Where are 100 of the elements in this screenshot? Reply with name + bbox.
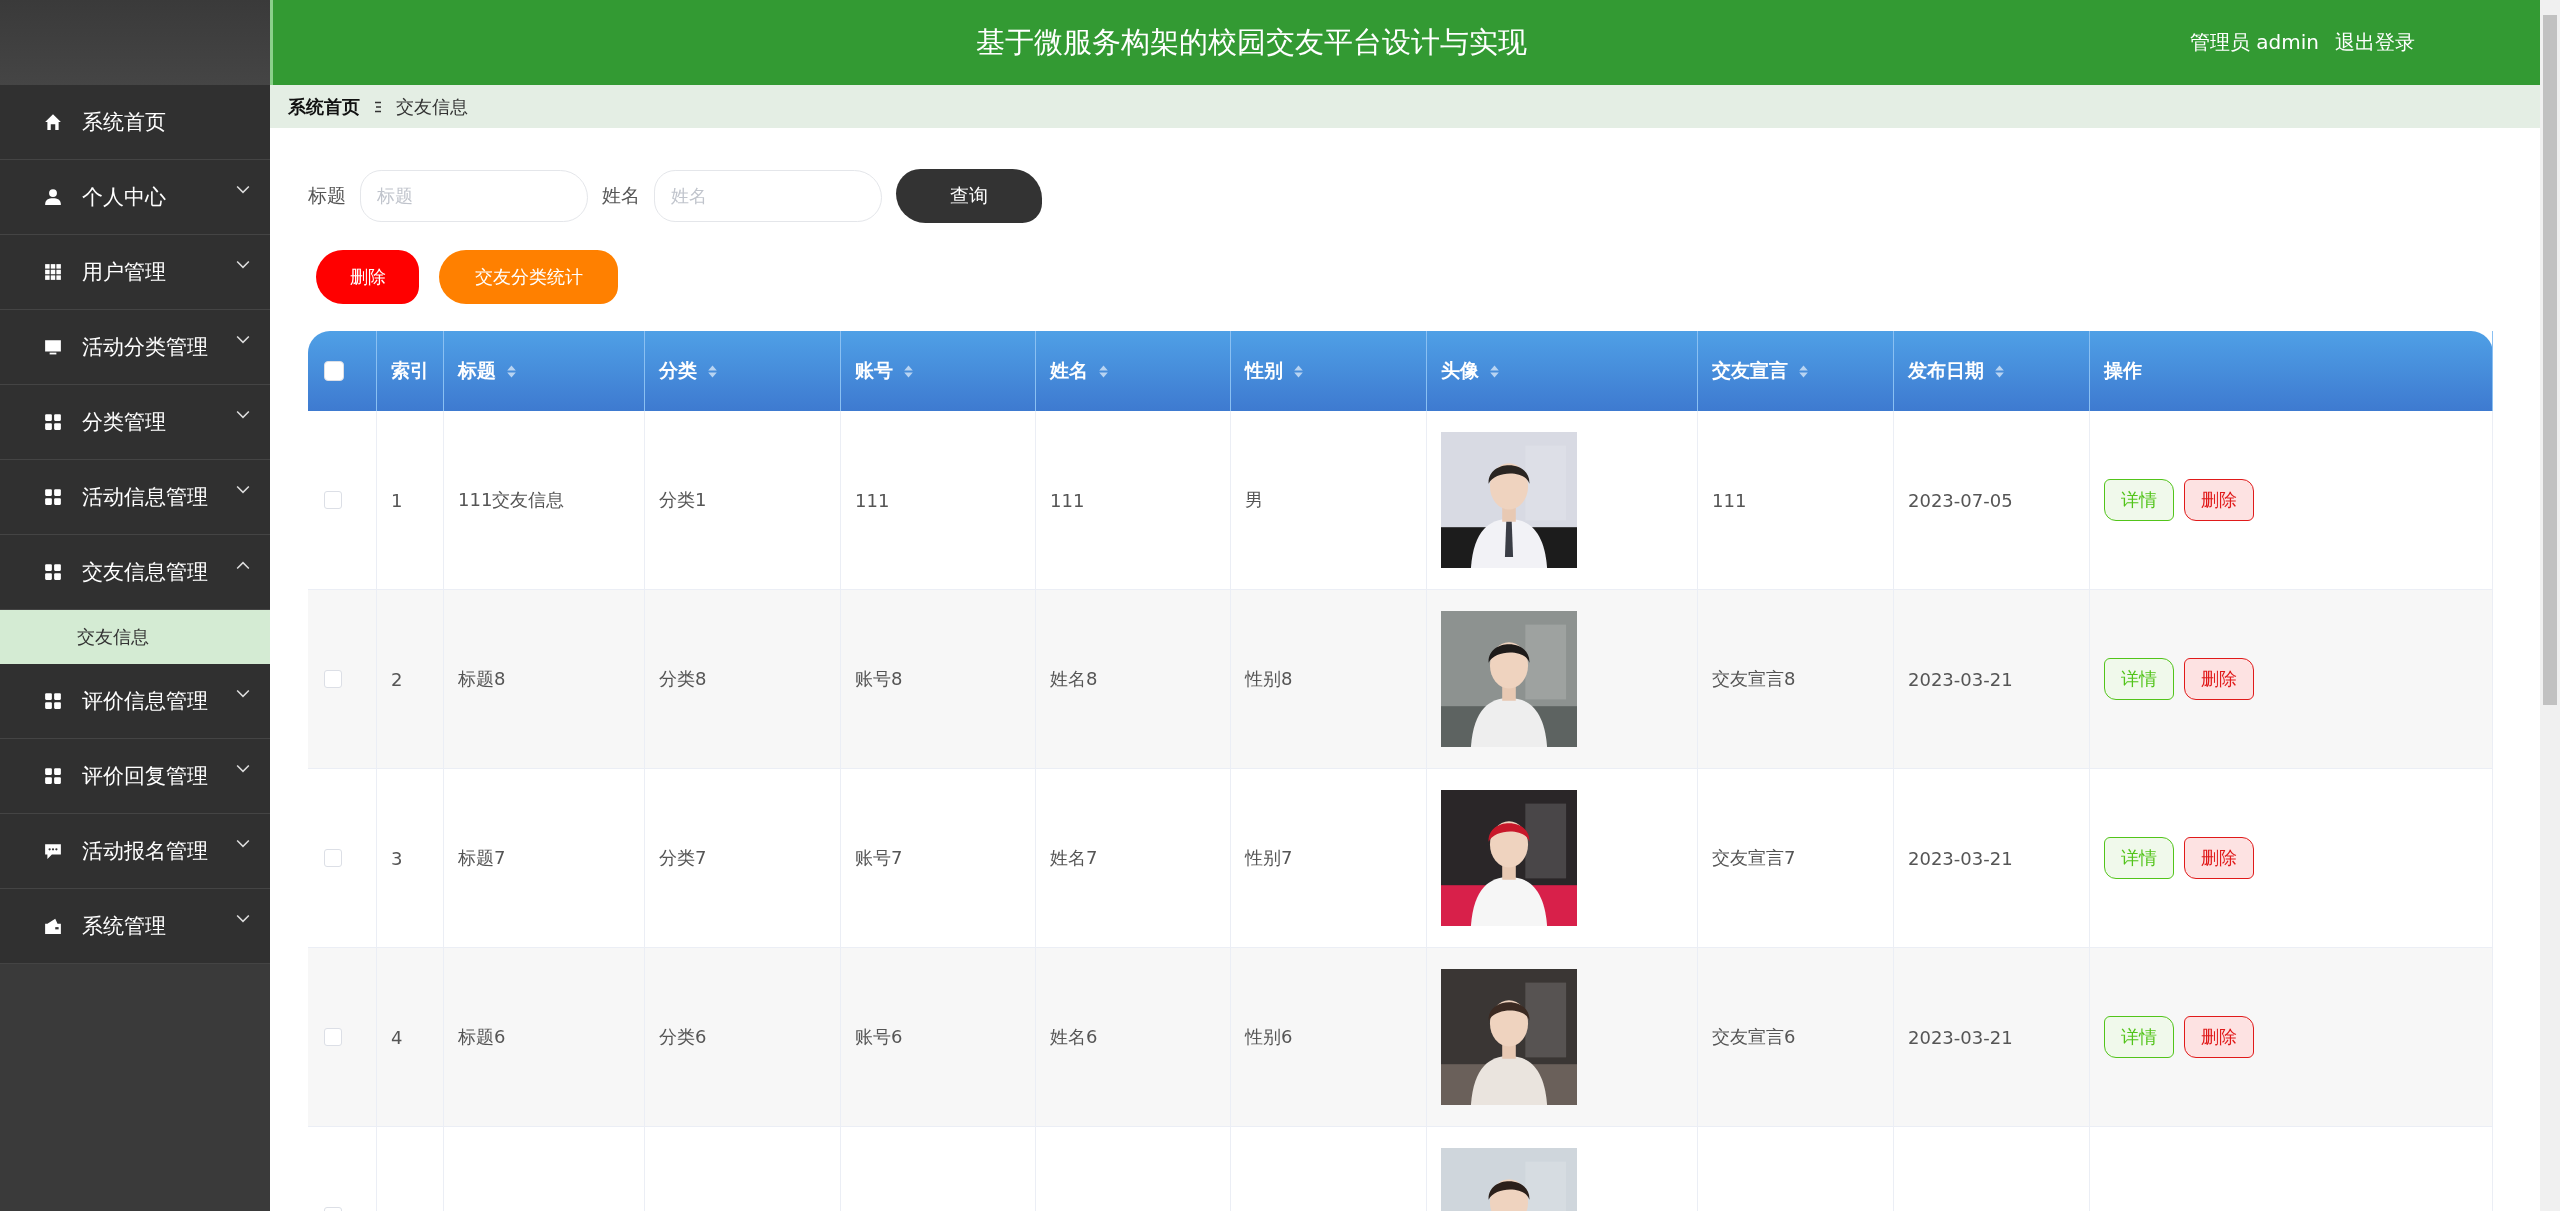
caret-down-icon <box>236 260 250 270</box>
breadcrumb-separator-icon <box>374 100 382 113</box>
delete-button[interactable]: 删除 <box>2184 479 2254 521</box>
column-header: 发布日期 <box>1908 358 1984 383</box>
grid-icon <box>44 413 62 431</box>
delete-button[interactable]: 删除 <box>2184 658 2254 700</box>
user-icon <box>44 188 62 206</box>
sidebar-item-label: 评价信息管理 <box>82 688 209 715</box>
table-cell: 分类1 <box>659 488 707 512</box>
sidebar-item-label: 活动分类管理 <box>82 334 209 361</box>
table-cell: 111交友信息 <box>458 488 565 512</box>
sidebar-item[interactable]: 个人中心 <box>0 160 270 235</box>
sidebar-item-label: 分类管理 <box>82 409 167 436</box>
grid-icon <box>44 767 62 785</box>
user-label: 管理员 admin <box>2190 29 2320 56</box>
table-cell: 分类6 <box>659 1025 707 1049</box>
table-cell: 111 <box>1712 489 1747 511</box>
column-header: 标题 <box>458 358 496 383</box>
caret-down-icon <box>236 185 250 195</box>
table-cell: 姓名7 <box>1050 846 1098 870</box>
scrollbar[interactable] <box>2540 0 2560 1211</box>
caret-down-icon <box>236 839 250 849</box>
caret-down-icon <box>236 914 250 924</box>
table-cell: 4 <box>391 1026 403 1048</box>
row-checkbox[interactable] <box>324 1028 342 1046</box>
caret-down-icon <box>236 689 250 699</box>
column-header: 性别 <box>1245 358 1283 383</box>
sort-icon[interactable] <box>903 363 914 379</box>
table-cell: 性别6 <box>1245 1025 1293 1049</box>
sidebar-item[interactable]: 评价回复管理 <box>0 739 270 814</box>
table-cell: 2023-03-21 <box>1908 668 2013 690</box>
sidebar-item[interactable]: 评价信息管理 <box>0 664 270 739</box>
breadcrumb-item[interactable]: 系统首页 <box>288 94 360 119</box>
sidebar-item[interactable]: 交友信息管理 <box>0 535 270 610</box>
table-cell: 标题6 <box>458 1025 506 1049</box>
sort-icon[interactable] <box>707 363 718 379</box>
table-cell: 账号6 <box>855 1025 903 1049</box>
sidebar-item[interactable]: 活动分类管理 <box>0 310 270 385</box>
breadcrumb-item: 交友信息 <box>396 94 468 119</box>
sort-icon[interactable] <box>1293 363 1304 379</box>
sidebar-item-label: 活动报名管理 <box>82 838 209 865</box>
search-field[interactable]: 姓名 <box>654 169 882 222</box>
field-label: 标题 <box>308 182 346 208</box>
table-cell: 分类8 <box>659 667 707 691</box>
table-cell: 男 <box>1245 488 1263 512</box>
table-cell: 111 <box>855 489 890 511</box>
sidebar-subitem[interactable]: 交友信息 <box>0 610 270 664</box>
table-cell: 3 <box>391 847 403 869</box>
row-checkbox[interactable] <box>324 670 342 688</box>
caret-down-icon <box>236 485 250 495</box>
wallet-icon <box>44 917 62 935</box>
sort-icon[interactable] <box>506 363 517 379</box>
sidebar-item[interactable]: 系统首页 <box>0 85 270 160</box>
caret-down-icon <box>236 764 250 774</box>
chat-icon <box>44 842 62 860</box>
sort-icon[interactable] <box>1994 363 2005 379</box>
table-cell: 性别8 <box>1245 667 1293 691</box>
table-cell: 性别7 <box>1245 846 1293 870</box>
column-header: 操作 <box>2104 358 2142 383</box>
field-label: 姓名 <box>602 182 640 208</box>
table-cell: 账号8 <box>855 667 903 691</box>
table-cell: 分类7 <box>659 846 707 870</box>
table-cell: 标题7 <box>458 846 506 870</box>
column-header: 账号 <box>855 358 893 383</box>
table-cell: 111 <box>1050 489 1085 511</box>
delete-button[interactable]: 删除 <box>2184 837 2254 879</box>
sidebar-item[interactable]: 系统管理 <box>0 889 270 964</box>
sidebar-item[interactable]: 活动信息管理 <box>0 460 270 535</box>
logout-link[interactable]: 退出登录 <box>2335 29 2416 56</box>
sort-icon[interactable] <box>1489 363 1500 379</box>
caret-up-icon <box>236 560 250 570</box>
search-button[interactable]: 查询 <box>896 168 1042 223</box>
caret-down-icon <box>236 335 250 345</box>
home-icon <box>44 113 62 131</box>
monitor-icon <box>44 338 62 356</box>
table-cell: 1 <box>391 489 403 511</box>
sidebar-item[interactable]: 分类管理 <box>0 385 270 460</box>
search-field[interactable]: 标题 <box>360 169 588 222</box>
select-all-checkbox[interactable] <box>324 361 344 381</box>
row-checkbox[interactable] <box>324 849 342 867</box>
table-cell: 交友宣言6 <box>1712 1025 1796 1049</box>
grid-icon <box>44 692 62 710</box>
table-cell: 账号7 <box>855 846 903 870</box>
sidebar-item-label: 个人中心 <box>82 184 167 211</box>
table-cell: 标题8 <box>458 667 506 691</box>
sort-icon[interactable] <box>1098 363 1109 379</box>
table-cell: 交友宣言7 <box>1712 846 1796 870</box>
sidebar-item[interactable]: 用户管理 <box>0 235 270 310</box>
table-cell: 2 <box>391 668 403 690</box>
sidebar-item[interactable]: 活动报名管理 <box>0 814 270 889</box>
table-cell: 2023-07-05 <box>1908 489 2013 511</box>
table-cell: 交友宣言8 <box>1712 667 1796 691</box>
delete-button[interactable]: 删除 <box>316 250 419 304</box>
delete-button[interactable]: 删除 <box>2184 1016 2254 1058</box>
row-checkbox[interactable] <box>324 491 342 509</box>
sort-icon[interactable] <box>1798 363 1809 379</box>
sidebar-item-label: 活动信息管理 <box>82 484 209 511</box>
column-header: 分类 <box>659 358 697 383</box>
column-header: 索引 <box>391 358 429 383</box>
sidebar-item-label: 用户管理 <box>82 259 167 286</box>
